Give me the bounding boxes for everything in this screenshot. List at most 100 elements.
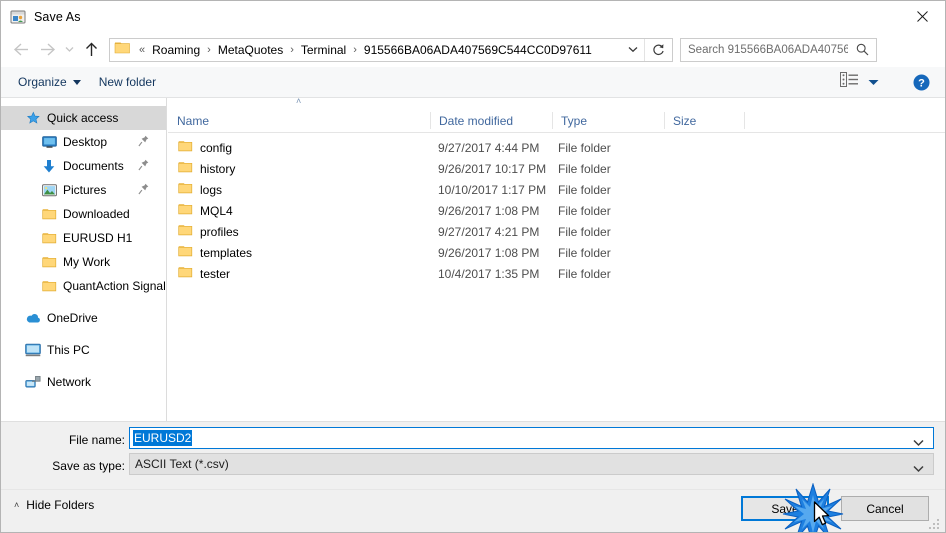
folder-icon xyxy=(178,202,193,221)
address-dropdown-button[interactable] xyxy=(623,39,643,61)
cell-type: File folder xyxy=(558,245,611,260)
pin-icon[interactable] xyxy=(138,135,149,150)
star-pin-icon xyxy=(25,110,41,126)
close-button[interactable] xyxy=(899,1,945,31)
cell-date: 9/27/2017 4:44 PM xyxy=(438,140,540,155)
sidebar-item-label: Pictures xyxy=(63,183,107,197)
table-row[interactable]: templates 9/26/2017 1:08 PM File folder xyxy=(168,242,945,263)
column-header-size[interactable]: Size xyxy=(664,108,744,133)
view-options-group[interactable] xyxy=(840,67,879,97)
new-folder-label: New folder xyxy=(98,75,157,89)
new-folder-button[interactable]: New folder xyxy=(90,67,165,97)
breadcrumb-overflow[interactable]: « xyxy=(134,44,150,56)
cell-date: 10/4/2017 1:35 PM xyxy=(438,266,540,281)
column-divider[interactable] xyxy=(744,112,745,129)
breadcrumb-roaming[interactable]: Roaming xyxy=(150,42,202,58)
desktop-icon xyxy=(41,134,57,150)
sidebar-item-documents[interactable]: Documents xyxy=(1,154,166,178)
hide-folders-button[interactable]: ˄ Hide Folders xyxy=(14,498,94,512)
table-row[interactable]: logs 10/10/2017 1:17 PM File folder xyxy=(168,179,945,200)
save-button[interactable]: Save xyxy=(741,496,829,521)
cell-date: 10/10/2017 1:17 PM xyxy=(438,182,547,197)
pin-icon[interactable] xyxy=(138,159,149,174)
folder-icon xyxy=(178,181,193,200)
back-button[interactable] xyxy=(8,37,34,63)
sidebar-item-quick-access[interactable]: Quick access xyxy=(1,106,166,130)
search-icon xyxy=(856,43,869,61)
view-details-icon[interactable] xyxy=(840,72,859,92)
recent-locations-button[interactable] xyxy=(60,37,78,63)
cell-name: profiles xyxy=(200,224,239,239)
svg-text:?: ? xyxy=(918,78,925,90)
chevron-down-icon[interactable] xyxy=(913,434,924,452)
table-row[interactable]: profiles 9/27/2017 4:21 PM File folder xyxy=(168,221,945,242)
cell-type: File folder xyxy=(558,266,611,281)
column-header-date-modified[interactable]: Date modified xyxy=(430,108,552,133)
file-name-input[interactable]: EURUSD2 xyxy=(129,427,934,449)
cell-name: templates xyxy=(200,245,253,260)
navigation-bar: « Roaming › MetaQuotes › Terminal › 9155… xyxy=(1,32,945,67)
chevron-down-icon[interactable] xyxy=(913,460,924,478)
sidebar-item-pictures[interactable]: Pictures xyxy=(1,178,166,202)
dialog-body: Quick access Desktop Documents Pictures … xyxy=(1,96,945,421)
file-list-pane: ˄ Name Date modified Type Size config 9/… xyxy=(168,96,945,421)
up-one-level-button[interactable] xyxy=(78,37,104,63)
sidebar-item-network[interactable]: Network xyxy=(1,370,166,394)
folder-icon xyxy=(178,244,193,263)
table-row[interactable]: history 9/26/2017 10:17 PM File folder xyxy=(168,158,945,179)
address-bar[interactable]: « Roaming › MetaQuotes › Terminal › 9155… xyxy=(109,37,673,62)
table-row[interactable]: MQL4 9/26/2017 1:08 PM File folder xyxy=(168,200,945,221)
organize-button[interactable]: Organize xyxy=(9,67,90,97)
view-chevron-down-icon[interactable] xyxy=(868,73,879,91)
column-label: Size xyxy=(673,113,697,128)
sidebar-item-label: EURUSD H1 xyxy=(63,231,133,245)
sidebar-item-my-work[interactable]: My Work xyxy=(1,250,166,274)
column-header-type[interactable]: Type xyxy=(552,108,664,133)
column-header-name[interactable]: Name xyxy=(168,108,430,133)
save-as-type-select[interactable]: ASCII Text (*.csv) xyxy=(129,453,934,475)
pin-icon[interactable] xyxy=(138,183,149,198)
navigation-pane: Quick access Desktop Documents Pictures … xyxy=(1,98,167,421)
cell-type: File folder xyxy=(558,140,611,155)
cell-name: history xyxy=(200,161,236,176)
breadcrumb-terminal[interactable]: Terminal xyxy=(299,42,348,58)
breadcrumb-metaquotes[interactable]: MetaQuotes xyxy=(216,42,285,58)
search-input[interactable] xyxy=(688,43,848,56)
sidebar-item-desktop[interactable]: Desktop xyxy=(1,130,166,154)
sidebar-item-eurusd-h1[interactable]: EURUSD H1 xyxy=(1,226,166,250)
folder-icon xyxy=(178,139,193,158)
folder-icon xyxy=(114,40,131,60)
network-icon xyxy=(25,374,41,390)
cancel-button-label: Cancel xyxy=(866,501,904,516)
table-row[interactable]: config 9/27/2017 4:44 PM File folder xyxy=(168,137,945,158)
sidebar-item-label: Desktop xyxy=(63,135,108,149)
arrow-left-icon xyxy=(13,43,28,56)
resize-grip-icon[interactable] xyxy=(929,517,942,530)
breadcrumb-separator: › xyxy=(290,43,294,56)
column-label: Date modified xyxy=(439,113,514,128)
table-row[interactable]: tester 10/4/2017 1:35 PM File folder xyxy=(168,263,945,284)
cell-type: File folder xyxy=(558,224,611,239)
arrow-up-icon xyxy=(85,42,97,56)
sidebar-item-downloaded[interactable]: Downloaded xyxy=(1,202,166,226)
forward-button[interactable] xyxy=(34,37,60,63)
help-icon: ? xyxy=(913,74,930,91)
refresh-button[interactable] xyxy=(644,38,672,61)
folder-icon xyxy=(41,278,57,294)
sidebar-item-label: Quick access xyxy=(47,111,119,125)
sidebar-item-this-pc[interactable]: This PC xyxy=(1,338,166,362)
sidebar-item-quantaction-signal[interactable]: QuantAction Signal xyxy=(1,274,166,298)
search-box[interactable] xyxy=(680,37,877,62)
breadcrumb-guid[interactable]: 915566BA06ADA407569C544CC0D97611 xyxy=(362,42,594,58)
cell-type: File folder xyxy=(558,203,611,218)
chevron-down-icon xyxy=(65,47,73,52)
cell-date: 9/26/2017 10:17 PM xyxy=(438,161,547,176)
help-button[interactable]: ? xyxy=(913,74,930,91)
file-name-label: File name: xyxy=(68,433,125,447)
cell-date: 9/27/2017 4:21 PM xyxy=(438,224,540,239)
cell-name: config xyxy=(200,140,233,155)
sidebar-item-onedrive[interactable]: OneDrive xyxy=(1,306,166,330)
cancel-button[interactable]: Cancel xyxy=(841,496,929,521)
folder-icon xyxy=(178,160,193,179)
